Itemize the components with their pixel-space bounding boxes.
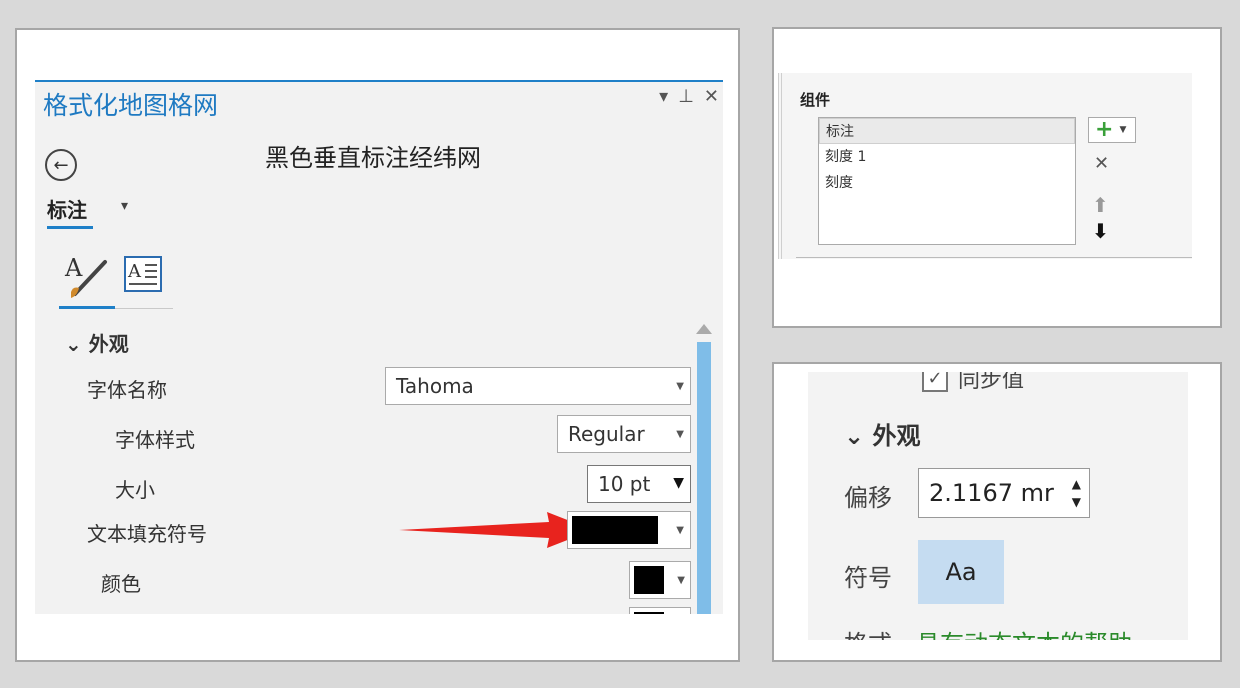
appearance-section-header[interactable]: ⌄ 外观	[844, 416, 920, 451]
tab-labels[interactable]: 标注	[47, 194, 87, 223]
appearance-area: ✓ 同步值 ⌄ 外观 偏移 2.1167 mr ▲ ▼ 符号 Aa 格式 具有动…	[808, 372, 1188, 640]
sync-values-checkbox[interactable]: ✓	[922, 372, 948, 392]
add-component-button[interactable]: + ▼	[1088, 117, 1136, 143]
appearance-label: 外观	[872, 422, 921, 450]
list-item[interactable]: 刻度	[819, 170, 1075, 196]
dynamic-text-help-link[interactable]: 具有动态文本的帮助	[916, 624, 1132, 640]
scrollbar[interactable]	[697, 342, 711, 614]
components-panel: 组件 标注 刻度 1 刻度 + ▼ ✕ ⬆ ⬇	[772, 27, 1222, 328]
move-up-button[interactable]: ⬆	[1092, 193, 1109, 217]
svg-text:A: A	[127, 261, 142, 282]
fill-color-swatch	[572, 516, 658, 544]
symbol-preview-button[interactable]: Aa	[918, 540, 1004, 604]
font-name-label: 字体名称	[87, 378, 167, 402]
text-fill-symbol-label: 文本填充符号	[87, 522, 207, 546]
color-picker[interactable]: ▼	[629, 561, 691, 599]
size-label: 大小	[115, 478, 155, 502]
back-arrow-icon: ←	[53, 154, 69, 176]
chevron-down-icon: ▼	[676, 429, 684, 440]
offset-label: 偏移	[844, 484, 892, 512]
pane-title: 格式化地图格网	[43, 91, 219, 120]
color-swatch	[634, 566, 664, 594]
divider	[796, 257, 1192, 258]
offset-stepper[interactable]: 2.1167 mr ▲ ▼	[918, 468, 1090, 518]
appearance-section-header[interactable]: ⌄ 外观	[65, 328, 129, 357]
font-style-dropdown[interactable]: Regular ▼	[557, 415, 691, 453]
tab-labels-underline	[47, 226, 93, 229]
svg-text:A: A	[64, 254, 83, 282]
format-grid-panel: 格式化地图格网 ▾ ⊥ ✕ ← 黑色垂直标注经纬网 标注 ▾ A A ⌄ 外观 …	[15, 28, 740, 662]
color-label: 颜色	[101, 572, 141, 596]
offset-value: 2.1167 mr	[929, 479, 1054, 507]
chevron-down-icon: ▼	[676, 525, 684, 536]
components-list[interactable]: 标注 刻度 1 刻度	[818, 117, 1076, 245]
font-style-label: 字体样式	[115, 428, 195, 452]
font-name-dropdown[interactable]: Tahoma ▼	[385, 367, 691, 405]
scroll-up-icon[interactable]	[696, 324, 712, 334]
back-button[interactable]: ←	[45, 149, 77, 181]
chevron-down-icon: ▼	[673, 475, 684, 491]
text-format-icon[interactable]: A	[123, 255, 163, 293]
pin-icon[interactable]: ⊥	[678, 86, 694, 107]
red-pointer-arrow	[399, 512, 593, 548]
chevron-down-icon: ⌄	[844, 422, 873, 450]
delete-component-button[interactable]: ✕	[1094, 153, 1109, 174]
move-down-button[interactable]: ⬇	[1092, 219, 1109, 243]
font-name-value: Tahoma	[396, 374, 474, 398]
chevron-down-icon: ▼	[677, 575, 685, 586]
grid-name: 黑色垂直标注经纬网	[265, 144, 481, 172]
text-symbol-icon[interactable]: A	[61, 252, 111, 302]
components-title: 组件	[800, 91, 831, 109]
chevron-down-icon: ▼	[1119, 125, 1127, 135]
text-fill-symbol-picker[interactable]: ▼	[567, 511, 691, 549]
list-item[interactable]: 标注	[819, 118, 1075, 144]
appearance-label: 外观	[88, 332, 129, 356]
format-label: 格式	[844, 624, 892, 640]
font-style-value: Regular	[568, 422, 645, 446]
pane-controls: ▾ ⊥ ✕	[659, 86, 719, 107]
color-swatch-partial	[634, 612, 664, 614]
increment-icon[interactable]: ▲	[1072, 475, 1081, 493]
decrement-icon[interactable]: ▼	[1072, 493, 1081, 511]
size-dropdown[interactable]: 10 pt ▼	[587, 465, 691, 503]
color-picker-partial[interactable]	[629, 607, 691, 614]
appearance-panel: ✓ 同步值 ⌄ 外观 偏移 2.1167 mr ▲ ▼ 符号 Aa 格式 具有动…	[772, 362, 1222, 662]
sync-values-label: 同步值	[958, 372, 1025, 393]
tab-dropdown-icon[interactable]: ▾	[121, 198, 128, 214]
pane-options-icon[interactable]: ▾	[659, 86, 668, 107]
symbol-label: 符号	[844, 564, 892, 592]
chevron-down-icon: ⌄	[65, 332, 89, 356]
list-item[interactable]: 刻度 1	[819, 144, 1075, 170]
stepper-arrows[interactable]: ▲ ▼	[1072, 475, 1081, 511]
size-value: 10 pt	[598, 472, 651, 496]
chevron-down-icon: ▼	[676, 381, 684, 392]
format-pane: 格式化地图格网 ▾ ⊥ ✕ ← 黑色垂直标注经纬网 标注 ▾ A A ⌄ 外观 …	[35, 80, 723, 614]
plus-icon: +	[1095, 117, 1114, 142]
icon-tab-active-indicator	[59, 306, 115, 309]
close-icon[interactable]: ✕	[704, 86, 719, 107]
